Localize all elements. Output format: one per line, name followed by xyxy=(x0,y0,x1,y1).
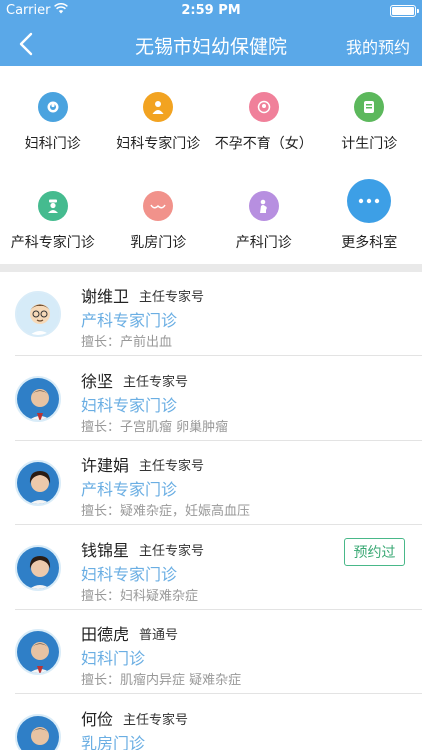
doctor-department: 产科专家门诊 xyxy=(81,480,178,499)
status-time: 2:59 PM xyxy=(181,3,241,18)
baby-icon xyxy=(248,92,279,122)
doctor-name: 何俭 xyxy=(81,709,114,729)
doctor-department: 妇科门诊 xyxy=(81,649,146,668)
department-item[interactable]: 妇科门诊 xyxy=(0,66,106,165)
doctor-specialty: 擅长：疑难杂症，妊娠高血压 xyxy=(81,504,251,519)
doctor-row[interactable]: 何俭 主任专家号乳房门诊 xyxy=(0,695,422,750)
department-item[interactable]: 乳房门诊 xyxy=(106,165,212,264)
doctor-avatar xyxy=(15,629,61,675)
department-item[interactable]: 不孕不育（女） xyxy=(211,66,317,165)
doctor-specialty: 擅长：肌瘤内异症 疑难杂症 xyxy=(81,673,242,688)
booked-badge[interactable]: 预约过 xyxy=(344,537,405,566)
doctor-specialty: 擅长：子宫肌瘤 卵巢肿瘤 xyxy=(81,419,229,435)
doctor-avatar xyxy=(15,291,61,337)
doctor-avatar xyxy=(15,460,61,506)
doctor-name: 钱锦星 xyxy=(81,540,130,560)
status-bar: Carrier 2:59 PM xyxy=(0,0,422,22)
department-label: 妇科门诊 xyxy=(24,136,81,152)
doctor-avatar xyxy=(15,713,61,750)
department-item[interactable]: 产科门诊 xyxy=(211,165,317,264)
doctor-title: 主任专家号 xyxy=(139,543,205,559)
my-appointments-button[interactable]: 我的预约 xyxy=(346,34,410,58)
doctor-title: 主任专家号 xyxy=(123,374,189,390)
department-label: 计生门诊 xyxy=(341,136,398,152)
doctor-name: 田德虎 xyxy=(81,625,130,644)
doctor-title: 普通号 xyxy=(139,628,179,643)
expert-icon xyxy=(143,92,174,122)
mother-icon xyxy=(248,191,279,221)
doctor-department: 乳房门诊 xyxy=(81,733,146,750)
more-icon xyxy=(347,179,392,223)
department-label: 不孕不育（女） xyxy=(214,136,313,152)
header: Carrier 2:59 PM 无锡市妇幼保健院 我的预约 xyxy=(0,0,422,66)
department-label: 产科专家门诊 xyxy=(10,235,95,251)
nurse-icon xyxy=(37,191,68,221)
doctor-row[interactable]: 谢维卫 主任专家号产科专家门诊擅长：产前出血 xyxy=(0,272,422,356)
doctor-row[interactable]: 钱锦星 主任专家号妇科专家门诊擅长：妇科疑难杂症 预约过 xyxy=(0,526,422,610)
department-grid: 妇科门诊 妇科专家门诊 不孕不育（女） 计生门诊产科专家门诊 乳房门诊 产科门诊 更多科室 xyxy=(0,66,422,264)
doctor-specialty: 擅长：妇科疑难杂症 xyxy=(81,588,199,604)
doctor-title: 主任专家号 xyxy=(139,290,205,305)
department-label: 乳房门诊 xyxy=(130,235,187,251)
breast-icon xyxy=(143,191,174,221)
department-item[interactable]: 计生门诊 xyxy=(317,66,422,165)
department-label: 产科门诊 xyxy=(235,235,292,251)
family-planning-icon xyxy=(354,92,385,122)
doctor-specialty: 擅长：产前出血 xyxy=(81,335,173,350)
doctor-avatar xyxy=(15,375,61,422)
doctor-name: 谢维卫 xyxy=(81,287,130,306)
department-item[interactable]: 更多科室 xyxy=(317,165,422,264)
department-item[interactable]: 妇科专家门诊 xyxy=(106,66,212,165)
doctor-row[interactable]: 徐坚 主任专家号妇科专家门诊擅长：子宫肌瘤 卵巢肿瘤 xyxy=(0,357,422,441)
doctor-name: 徐坚 xyxy=(81,371,114,391)
female-icon xyxy=(37,92,68,122)
doctor-row[interactable]: 田德虎 普通号妇科门诊擅长：肌瘤内异症 疑难杂症 xyxy=(0,610,422,694)
battery-icon xyxy=(390,5,419,17)
doctor-avatar xyxy=(15,544,61,591)
department-item[interactable]: 产科专家门诊 xyxy=(0,165,106,264)
doctor-name: 许建娟 xyxy=(81,456,130,475)
doctor-department: 妇科专家门诊 xyxy=(81,395,178,415)
section-divider xyxy=(0,264,422,272)
doctor-list: 谢维卫 主任专家号 产科专家门诊 擅长：产前出血 徐坚 主任专家号 妇科专家门诊 擅长：子宫肌… xyxy=(0,272,422,750)
doctor-department: 妇科专家门诊 xyxy=(81,564,178,584)
department-label: 更多科室 xyxy=(341,235,398,251)
doctor-row[interactable]: 许建娟 主任专家号产科专家门诊擅长：疑难杂症，妊娠高血压 xyxy=(0,441,422,525)
nav-bar: 无锡市妇幼保健院 我的预约 xyxy=(0,22,422,66)
doctor-department: 产科专家门诊 xyxy=(81,311,178,330)
doctor-title: 主任专家号 xyxy=(123,712,189,728)
doctor-title: 主任专家号 xyxy=(139,459,205,474)
department-label: 妇科专家门诊 xyxy=(116,136,201,152)
